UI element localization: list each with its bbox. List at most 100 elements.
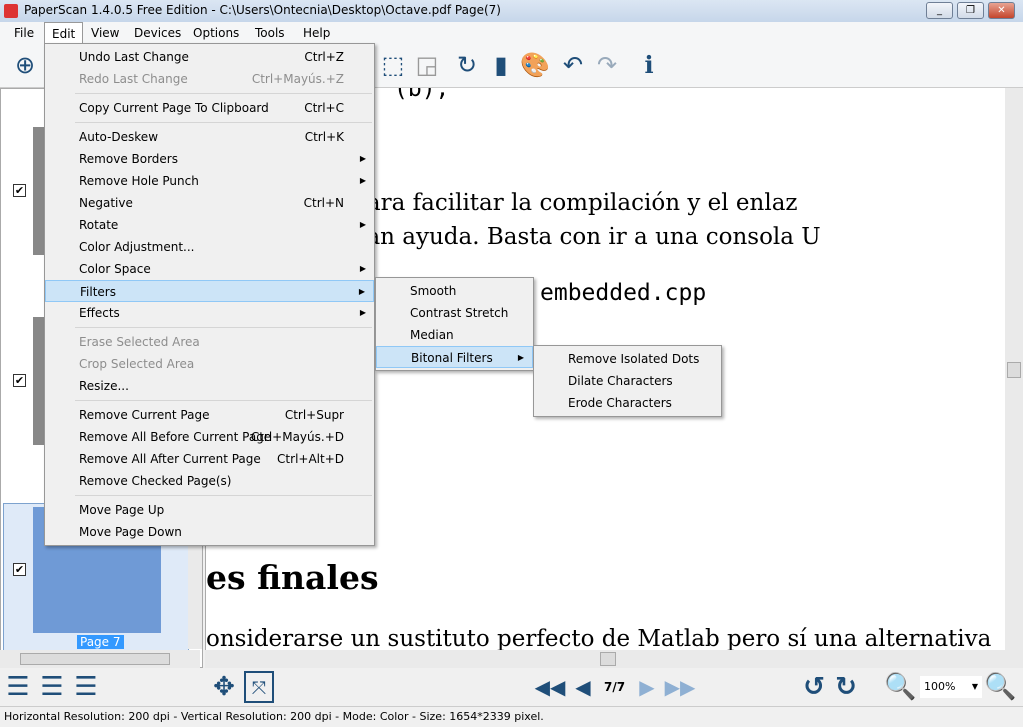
rotate-right-icon[interactable]: ↻ xyxy=(830,671,862,703)
menu-item-move-page-down[interactable]: Move Page Down xyxy=(45,521,374,543)
menu-separator xyxy=(75,93,372,94)
menu-item-label: Erode Characters xyxy=(568,396,672,410)
menu-item-label: Crop Selected Area xyxy=(79,357,195,371)
menu-item-shortcut: Ctrl+C xyxy=(304,101,344,115)
menu-item-filters[interactable]: Filters ▶ xyxy=(45,280,374,302)
doc-text: (b); xyxy=(394,88,450,102)
bitonal-filters-submenu: Remove Isolated Dots Dilate Characters Ero… xyxy=(533,345,722,417)
menu-item-copy-current-page-to-clipboard[interactable]: Copy Current Page To Clipboard Ctrl+C xyxy=(45,97,374,119)
page-indicator: 7/7 xyxy=(604,680,626,694)
bottom-toolbar: ☰ ☰ ☰ ✥ ⤧ ◀◀ ◀ 7/7 ▶ ▶▶ ↺ ↻ 🔍 100% ▼ 🔍 xyxy=(0,668,1023,706)
rotate-left-icon[interactable]: ↺ xyxy=(798,671,830,703)
menu-item-effects[interactable]: Effects ▶ xyxy=(45,302,374,324)
menu-item-label: Median xyxy=(410,328,454,342)
fit-page-icon[interactable]: ⤧ xyxy=(244,671,274,703)
document-vscrollbar[interactable] xyxy=(1005,88,1023,650)
zoom-out-icon[interactable]: 🔍 xyxy=(884,671,916,703)
menu-item-shortcut: Ctrl+Supr xyxy=(284,408,344,422)
menu-item-remove-checked-page-s[interactable]: Remove Checked Page(s) xyxy=(45,470,374,492)
menu-item-remove-all-after-current-page[interactable]: Remove All After Current Page Ctrl+Alt+D xyxy=(45,448,374,470)
menu-help[interactable]: Help xyxy=(296,22,337,44)
menu-item-label: Filters xyxy=(80,285,116,299)
first-page-icon[interactable]: ◀◀ xyxy=(534,671,566,703)
redo-icon[interactable]: ↷ xyxy=(592,50,622,80)
submenu-arrow-icon: ▶ xyxy=(359,176,366,185)
menu-item-label: Remove Hole Punch xyxy=(79,174,199,188)
maximize-button[interactable]: ❐ xyxy=(957,2,984,19)
status-bar: Horizontal Resolution: 200 dpi - Vertica… xyxy=(0,706,1023,727)
new-page-icon[interactable]: ⊕ xyxy=(10,50,40,80)
menu-item-resize[interactable]: Resize... xyxy=(45,375,374,397)
submenu-arrow-icon: ▶ xyxy=(359,264,366,273)
menu-item-move-page-up[interactable]: Move Page Up xyxy=(45,499,374,521)
thumbnail-label: Page 7 xyxy=(77,635,124,649)
menu-item-contrast-stretch[interactable]: Contrast Stretch xyxy=(376,302,533,324)
close-button[interactable]: ✕ xyxy=(988,2,1015,19)
doc-heading: es finales xyxy=(206,558,379,597)
menu-item-erase-selected-area: Erase Selected Area xyxy=(45,331,374,353)
menu-item-color-adjustment[interactable]: Color Adjustment... xyxy=(45,236,374,258)
previous-page-icon[interactable]: ◀ xyxy=(570,671,596,703)
menu-item-remove-borders[interactable]: Remove Borders ▶ xyxy=(45,148,374,170)
info-icon[interactable]: ℹ xyxy=(634,50,664,80)
menu-item-remove-hole-punch[interactable]: Remove Hole Punch ▶ xyxy=(45,170,374,192)
menu-item-label: Move Page Up xyxy=(79,503,165,517)
menu-item-negative[interactable]: Negative Ctrl+N xyxy=(45,192,374,214)
menu-item-median[interactable]: Median xyxy=(376,324,533,346)
menu-item-label: Remove All Before Current Page xyxy=(79,430,272,444)
filters-submenu: Smooth Contrast Stretch Median Bitonal Filt… xyxy=(375,277,534,371)
menu-edit[interactable]: Edit xyxy=(44,22,84,44)
undo-icon[interactable]: ↶ xyxy=(558,50,588,80)
menu-item-rotate[interactable]: Rotate ▶ xyxy=(45,214,374,236)
menu-item-smooth[interactable]: Smooth xyxy=(376,280,533,302)
menu-item-label: Remove Isolated Dots xyxy=(568,352,700,366)
menu-item-label: Move Page Down xyxy=(79,525,182,539)
select-area-icon[interactable]: ⬚ xyxy=(378,50,408,80)
menu-tools[interactable]: Tools xyxy=(248,22,292,44)
title-bar: PaperScan 1.4.0.5 Free Edition - C:\User… xyxy=(0,0,1023,22)
compact-view-icon[interactable]: ☰ xyxy=(70,671,102,703)
menu-options[interactable]: Options xyxy=(186,22,246,44)
zoom-in-icon[interactable]: 🔍 xyxy=(984,671,1016,703)
move-icon[interactable]: ✥ xyxy=(208,671,240,703)
menu-view[interactable]: View xyxy=(84,22,126,44)
window-title: PaperScan 1.4.0.5 Free Edition - C:\User… xyxy=(24,3,501,17)
menu-separator xyxy=(75,122,372,123)
minimize-button[interactable]: _ xyxy=(926,2,953,19)
menu-item-remove-all-before-current-page[interactable]: Remove All Before Current Page Ctrl+Mayús… xyxy=(45,426,374,448)
page-checkbox[interactable]: ✔ xyxy=(13,374,26,387)
submenu-arrow-icon: ▶ xyxy=(358,287,365,296)
palette-icon[interactable]: 🎨 xyxy=(520,50,550,80)
menu-item-undo-last-change[interactable]: Undo Last Change Ctrl+Z xyxy=(45,46,374,68)
menu-item-remove-current-page[interactable]: Remove Current Page Ctrl+Supr xyxy=(45,404,374,426)
list-view-icon[interactable]: ☰ xyxy=(2,671,34,703)
deskew-icon[interactable]: ↻ xyxy=(452,50,482,80)
menu-item-label: Color Space xyxy=(79,262,151,276)
menu-item-erode-characters[interactable]: Erode Characters xyxy=(534,392,721,414)
page-split-icon[interactable]: ▮ xyxy=(486,50,516,80)
menu-item-label: Resize... xyxy=(79,379,129,393)
menu-item-shortcut: Ctrl+Mayús.+D xyxy=(250,430,344,444)
last-page-icon[interactable]: ▶▶ xyxy=(664,671,696,703)
menu-item-auto-deskew[interactable]: Auto-Deskew Ctrl+K xyxy=(45,126,374,148)
menu-devices[interactable]: Devices xyxy=(127,22,188,44)
menu-file[interactable]: File xyxy=(7,22,41,44)
menu-item-label: Auto-Deskew xyxy=(79,130,159,144)
next-page-icon[interactable]: ▶ xyxy=(634,671,660,703)
page-checkbox[interactable]: ✔ xyxy=(13,184,26,197)
thumbnail-hscrollbar[interactable] xyxy=(0,650,200,668)
menu-item-shortcut: Ctrl+Mayús.+Z xyxy=(251,72,344,86)
doc-text: onsiderarse un sustituto perfecto de Mat… xyxy=(206,626,992,650)
zoom-select[interactable]: 100% ▼ xyxy=(920,676,982,698)
menu-item-remove-isolated-dots[interactable]: Remove Isolated Dots xyxy=(534,348,721,370)
menu-item-label: Redo Last Change xyxy=(79,72,188,86)
submenu-arrow-icon: ▶ xyxy=(359,220,366,229)
document-hscrollbar[interactable] xyxy=(205,650,1023,668)
page-checkbox[interactable]: ✔ xyxy=(13,563,26,576)
crop-icon[interactable]: ◲ xyxy=(412,50,442,80)
detail-view-icon[interactable]: ☰ xyxy=(36,671,68,703)
menu-item-label: Color Adjustment... xyxy=(79,240,195,254)
menu-item-bitonal-filters[interactable]: Bitonal Filters ▶ xyxy=(376,346,533,368)
menu-item-color-space[interactable]: Color Space ▶ xyxy=(45,258,374,280)
menu-item-dilate-characters[interactable]: Dilate Characters xyxy=(534,370,721,392)
